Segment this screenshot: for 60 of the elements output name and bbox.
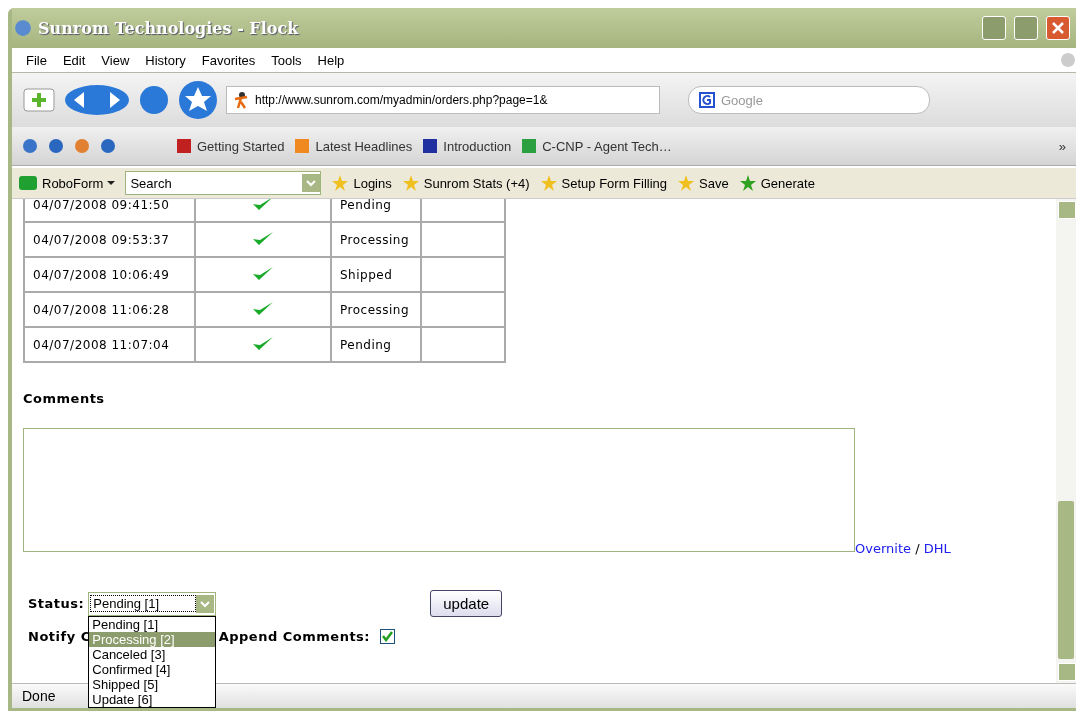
- menu-item[interactable]: Help: [309, 52, 353, 68]
- overnite-link[interactable]: Overnite: [855, 541, 911, 556]
- more-bookmarks-button[interactable]: »: [1058, 138, 1066, 154]
- bookmark-icon: [294, 138, 311, 154]
- bookmark-icon: [422, 138, 439, 154]
- address-field[interactable]: http://www.sunrom.com/myadmin/orders.php?page=1&: [226, 86, 660, 114]
- chevron-icon[interactable]: [200, 599, 211, 608]
- status-cell: Pending: [331, 327, 421, 362]
- status-cell: Processing: [331, 292, 421, 327]
- roboform-toolbar-button[interactable]: Save: [677, 174, 729, 192]
- caret-icon[interactable]: [107, 180, 116, 186]
- status-label: Status:: [28, 596, 85, 611]
- roboform-search-field[interactable]: Search: [125, 171, 322, 195]
- roboform-button[interactable]: RoboForm: [18, 175, 116, 191]
- dhl-link[interactable]: DHL: [923, 541, 951, 556]
- close-icon[interactable]: [1051, 21, 1065, 35]
- minimize-button[interactable]: [982, 16, 1006, 40]
- window-title: Sunrom Technologies - Flock: [38, 18, 300, 38]
- bookmark-link[interactable]: Introduction: [422, 138, 512, 154]
- maximize-button[interactable]: [1014, 16, 1038, 40]
- date-cell: 04/07/2008 10:06:49: [24, 257, 195, 292]
- status-text: Done: [22, 688, 56, 704]
- star-icon: [401, 174, 420, 192]
- address-url: http://www.sunrom.com/myadmin/orders.php?page=1&: [255, 93, 549, 107]
- menu-item[interactable]: Edit: [54, 52, 94, 68]
- running-figure-icon: [233, 91, 249, 109]
- bookmark-link[interactable]: Getting Started: [176, 138, 285, 154]
- date-cell: 04/07/2008 09:53:37: [24, 222, 195, 257]
- date-cell: 04/07/2008 11:07:04: [24, 327, 195, 362]
- close-button[interactable]: [1046, 16, 1070, 40]
- status-cell: Processing: [331, 222, 421, 257]
- star-icon: [677, 174, 696, 192]
- status-cell: Shipped: [331, 257, 421, 292]
- bookmark-icon: [176, 138, 192, 154]
- update-button[interactable]: update: [430, 590, 503, 617]
- chevron-icon[interactable]: [306, 179, 317, 187]
- star-icon: [331, 174, 350, 192]
- back-forward-icon[interactable]: [64, 83, 130, 117]
- star-icon: [738, 174, 757, 192]
- bookmark-icon: [521, 138, 538, 154]
- append-comments-checkbox[interactable]: [380, 629, 396, 644]
- separator: /: [915, 541, 920, 556]
- roboform-toolbar-button[interactable]: Setup Form Filling: [539, 174, 668, 192]
- comments-field[interactable]: [23, 428, 855, 552]
- star-icon: [539, 174, 558, 192]
- bookmark-link[interactable]: Latest Headlines: [294, 138, 413, 154]
- comments-heading: Comments: [23, 391, 106, 406]
- scrollbar[interactable]: [1056, 199, 1076, 683]
- date-cell: 04/07/2008 11:06:28: [24, 292, 195, 327]
- search-engine-icon: [699, 92, 715, 108]
- append-comments-label: Append Comments:: [218, 629, 371, 644]
- roboform-toolbar-button[interactable]: Generate: [738, 174, 815, 192]
- menu-item[interactable]: Tools: [263, 52, 310, 68]
- new-tab-icon[interactable]: [22, 87, 56, 113]
- menu-item[interactable]: History: [137, 52, 194, 68]
- menu-item[interactable]: Favorites: [193, 52, 264, 68]
- menu-item[interactable]: File: [18, 52, 55, 68]
- menu-item[interactable]: View: [93, 52, 138, 68]
- bookmark-link[interactable]: C-CNP - Agent Tech…: [521, 138, 672, 154]
- robot-icon: [18, 175, 38, 191]
